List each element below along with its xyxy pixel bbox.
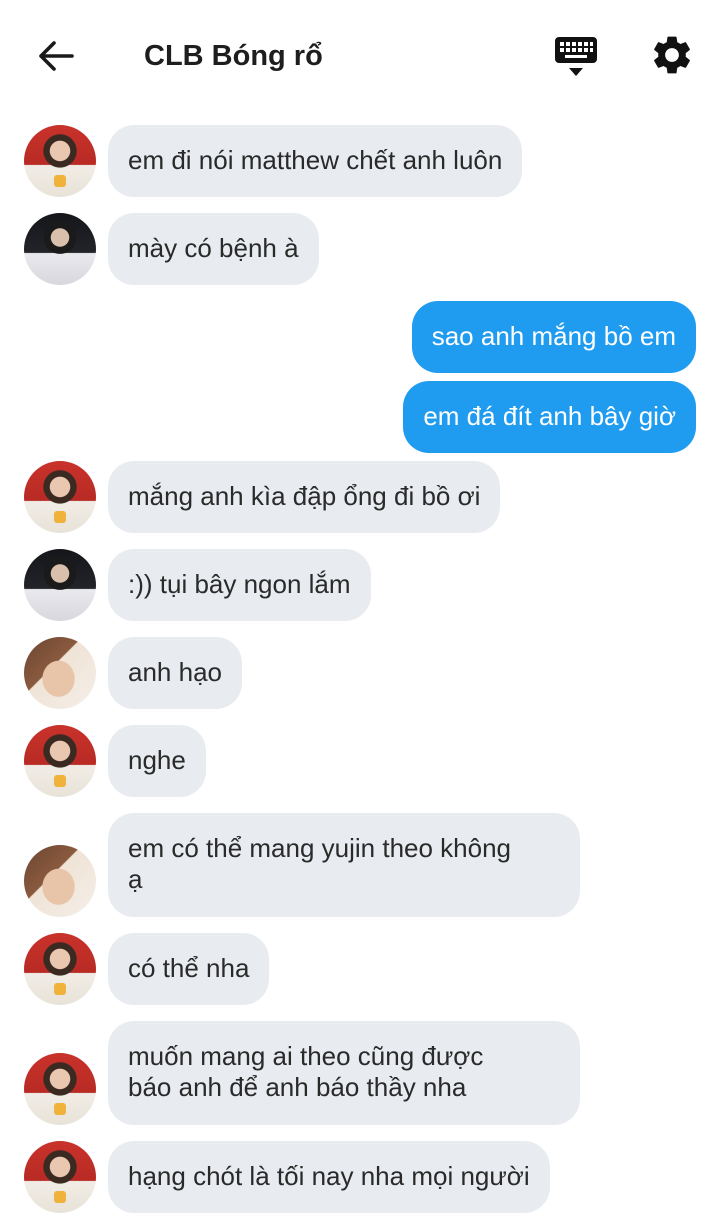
incoming-message-bubble[interactable]: anh hạo: [108, 637, 242, 709]
incoming-message-bubble[interactable]: hạng chót là tối nay nha mọi người: [108, 1141, 550, 1213]
message-row: mày có bệnh à: [0, 213, 720, 285]
avatar[interactable]: [24, 725, 96, 797]
message-row: nghe: [0, 725, 720, 797]
avatar[interactable]: [24, 1141, 96, 1213]
outgoing-message-bubble[interactable]: sao anh mắng bồ em: [411, 301, 696, 373]
message-row: em đá đít anh bây giờ: [0, 381, 720, 453]
incoming-message-bubble[interactable]: em có thể mang yujin theo không ạ: [108, 813, 580, 917]
incoming-message-bubble[interactable]: muốn mang ai theo cũng được báo anh để a…: [108, 1021, 580, 1125]
message-row: em đi nói matthew chết anh luôn: [0, 125, 720, 197]
outgoing-message-bubble[interactable]: em đá đít anh bây giờ: [403, 381, 696, 453]
avatar[interactable]: [24, 125, 96, 197]
message-row: muốn mang ai theo cũng được báo anh để a…: [0, 1021, 720, 1125]
incoming-message-bubble[interactable]: :)) tụi bây ngon lắm: [108, 549, 371, 621]
incoming-message-bubble[interactable]: có thể nha: [108, 933, 270, 1005]
message-row: mắng anh kìa đập ổng đi bồ ơi: [0, 461, 720, 533]
avatar[interactable]: [24, 213, 96, 285]
incoming-message-bubble[interactable]: nghe: [108, 725, 206, 797]
avatar[interactable]: [24, 933, 96, 1005]
avatar[interactable]: [24, 549, 96, 621]
message-row: :)) tụi bây ngon lắm: [0, 549, 720, 621]
avatar[interactable]: [24, 461, 96, 533]
message-row: hạng chót là tối nay nha mọi người: [0, 1141, 720, 1213]
message-row: em có thể mang yujin theo không ạ: [0, 813, 720, 917]
avatar[interactable]: [24, 845, 96, 917]
message-list[interactable]: em đi nói matthew chết anh luôn mày có b…: [0, 0, 720, 1223]
message-row: có thể nha: [0, 933, 720, 1005]
incoming-message-bubble[interactable]: mắng anh kìa đập ổng đi bồ ơi: [108, 461, 501, 533]
message-row: sao anh mắng bồ em: [0, 301, 720, 373]
message-row: anh hạo: [0, 637, 720, 709]
incoming-message-bubble[interactable]: mày có bệnh à: [108, 213, 319, 285]
incoming-message-bubble[interactable]: em đi nói matthew chết anh luôn: [108, 125, 523, 197]
avatar[interactable]: [24, 1053, 96, 1125]
avatar[interactable]: [24, 637, 96, 709]
